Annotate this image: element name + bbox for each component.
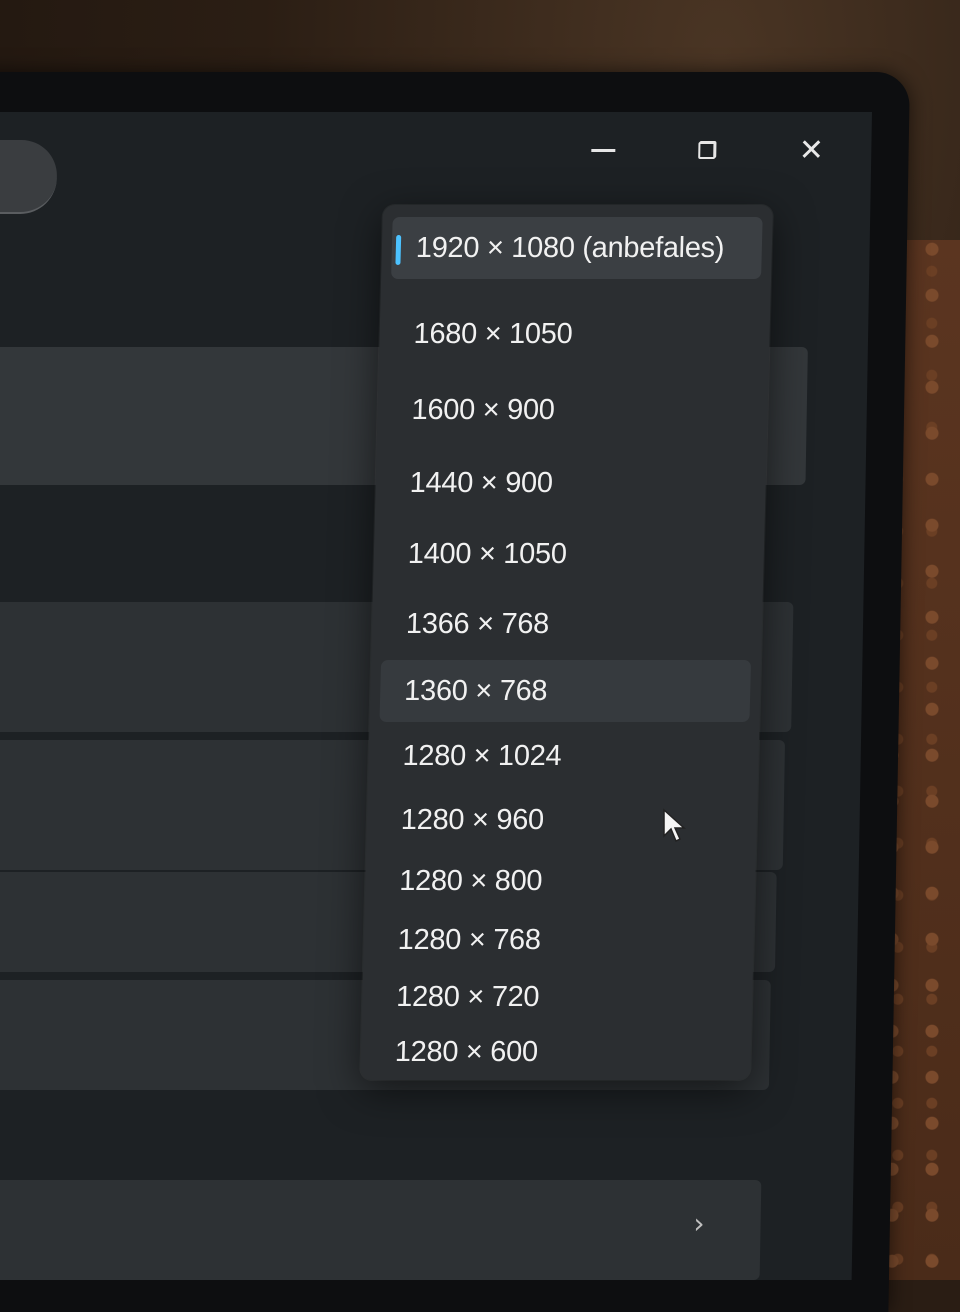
resolution-option-label: 1440 × 900 <box>409 466 554 499</box>
resolution-dropdown-menu: 1920 × 1080 (anbefales) 1680 × 1050 1600 ×… <box>360 205 773 1080</box>
resolution-option[interactable]: 1280 × 720 <box>371 966 743 1028</box>
resolution-option[interactable]: 1400 × 1050 <box>383 523 755 585</box>
resolution-option-label: 1600 × 900 <box>411 393 556 426</box>
resolution-option[interactable]: 1440 × 900 <box>385 452 757 514</box>
resolution-option[interactable]: 1280 × 800 <box>374 850 746 912</box>
resolution-option-label: 1360 × 768 <box>403 674 548 707</box>
resolution-option[interactable]: 1280 × 600 <box>370 1021 742 1083</box>
resolution-option-label: 1366 × 768 <box>405 607 550 640</box>
restore-button[interactable] <box>687 130 728 170</box>
minimize-button[interactable] <box>583 130 624 170</box>
setting-card[interactable] <box>0 1180 762 1280</box>
resolution-option-label: 1280 × 600 <box>394 1035 539 1068</box>
resolution-option-label: 1400 × 1050 <box>407 537 568 570</box>
resolution-option-label: 1280 × 768 <box>397 923 542 956</box>
resolution-option-label: 1280 × 800 <box>398 864 543 897</box>
resolution-option[interactable]: 1280 × 768 <box>373 909 745 971</box>
restore-icon <box>698 141 717 159</box>
resolution-option-label: 1680 × 1050 <box>413 317 573 350</box>
chevron-right-icon[interactable]: › <box>693 1207 705 1240</box>
selected-indicator <box>395 235 402 265</box>
resolution-option-label: 1280 × 720 <box>395 980 540 1013</box>
close-icon: ✕ <box>798 132 825 168</box>
resolution-option[interactable]: 1600 × 900 <box>387 379 759 441</box>
resolution-option[interactable]: 1360 × 768 <box>379 660 752 722</box>
resolution-option[interactable]: 1680 × 1050 <box>389 303 761 365</box>
mouse-cursor-icon <box>663 808 686 843</box>
resolution-option[interactable]: 1280 × 1024 <box>378 725 750 787</box>
resolution-option-label: 1920 × 1080 (anbefales) <box>415 231 725 264</box>
resolution-option-label: 1280 × 960 <box>400 803 545 836</box>
resolution-option[interactable]: 1280 × 960 <box>376 789 748 851</box>
window-controls: ✕ <box>583 130 832 170</box>
minimize-icon <box>591 148 616 152</box>
close-button[interactable]: ✕ <box>791 130 832 170</box>
resolution-option-label: 1280 × 1024 <box>402 739 562 772</box>
search-box[interactable] <box>0 140 58 214</box>
resolution-option[interactable]: 1920 × 1080 (anbefales) <box>391 217 763 279</box>
resolution-option[interactable]: 1366 × 768 <box>381 593 753 655</box>
